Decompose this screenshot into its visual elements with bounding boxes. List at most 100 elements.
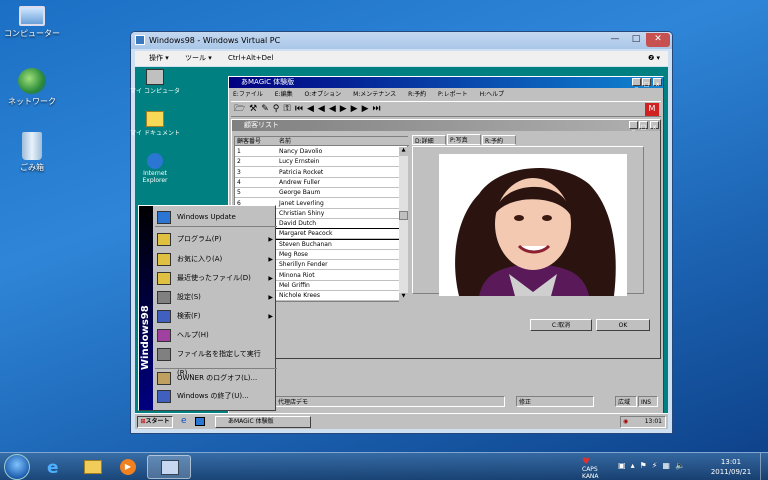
menu-edit[interactable]: E:編集 [275, 91, 293, 98]
ok-button[interactable]: OK [596, 319, 650, 331]
show-hidden-icons-icon[interactable]: ▴ [631, 461, 640, 470]
tools-icon[interactable]: ⚒ [249, 104, 261, 114]
run-icon [157, 348, 171, 361]
start-menu-item-label: ヘルプ(H) [177, 331, 209, 339]
start-menu-item[interactable]: 設定(S) ▶ [155, 288, 277, 307]
task-button-magic[interactable]: あMAGiC 体験版 [215, 416, 311, 428]
taskbar-ie-icon[interactable]: e [36, 455, 74, 479]
volume-icon[interactable]: 🔈 [675, 461, 690, 470]
key-icon[interactable]: ⚿ [283, 104, 294, 114]
cancel-button[interactable]: C:取消 [530, 319, 592, 331]
table-row[interactable]: 4 Andrew Fuller [235, 178, 399, 188]
search-icon [157, 310, 171, 323]
help-button[interactable]: ❷ ▾ [648, 51, 660, 66]
volume-icon[interactable]: ◉ [623, 417, 628, 427]
network-icon[interactable]: ▦ [662, 461, 675, 470]
close-button[interactable]: ✕ [646, 33, 670, 47]
ime-indicator[interactable]: ♥ CAPS KANA [582, 458, 599, 480]
network-globe-icon [18, 68, 46, 94]
menu-help[interactable]: H:ヘルプ [480, 91, 505, 98]
clock-date: 2011/09/21 [710, 468, 752, 476]
start-menu-item[interactable]: お気に入り(A) ▶ [155, 250, 277, 269]
next-record-icon[interactable]: ▶ [340, 104, 351, 114]
start-menu-item[interactable]: ファイル名を指定して実行(R)... [155, 345, 277, 377]
desktop-icon-label: コンピューター [4, 29, 60, 38]
guest-icon-my-computer[interactable]: マイ コンピュータ [130, 69, 180, 95]
table-row[interactable]: 3 Patricia Rocket [235, 168, 399, 178]
start-menu-item[interactable]: 検索(F) ▶ [155, 307, 277, 326]
scroll-down-icon[interactable]: ▼ [399, 293, 408, 302]
start-menu-item-label: 設定(S) [177, 293, 201, 301]
menu-reserve[interactable]: R:予約 [408, 91, 426, 98]
quick-launch-ie-icon[interactable]: e [181, 416, 187, 426]
pencil-icon[interactable]: ✎ [261, 104, 273, 114]
power-icon[interactable]: ⚡ [652, 461, 663, 470]
menu-option[interactable]: O:オプション [305, 91, 342, 98]
guest-icon-my-documents[interactable]: マイ ドキュメント [130, 111, 180, 137]
binoculars-icon[interactable]: ⚲ [273, 104, 284, 114]
start-menu-item[interactable]: Windows Update [155, 208, 277, 227]
table-row[interactable]: 2 Lucy Ernstein [235, 157, 399, 168]
window-titlebar[interactable]: Windows98 - Windows Virtual PC — □ ✕ [131, 32, 672, 49]
table-row[interactable]: 1 Nancy Davolio [235, 147, 399, 157]
maximize-button[interactable]: □ [642, 78, 651, 88]
list-titlebar[interactable]: 顧客リスト _ □ x [232, 120, 660, 131]
ime-icon[interactable]: ▣ [618, 461, 631, 470]
menu-maintenance[interactable]: M:メンテナンス [353, 91, 396, 98]
start-menu-item[interactable]: Windows の終了(U)... [155, 387, 277, 406]
cell-name: Andrew Fuller [279, 178, 320, 186]
logoff-key-icon [157, 372, 171, 385]
scroll-up-icon[interactable]: ▲ [399, 147, 408, 156]
desktop-icon-computer[interactable]: コンピューター [0, 6, 64, 39]
next-page-icon[interactable]: ▶▶ [351, 104, 373, 114]
cell-name: Patricia Rocket [279, 168, 324, 176]
scroll-thumb[interactable] [399, 211, 408, 220]
cell-name: Christian Shiny [279, 209, 325, 217]
scrollbar[interactable]: ▲ ▼ [399, 147, 408, 302]
taskbar-virtual-pc-icon[interactable] [147, 455, 191, 479]
maximize-button[interactable]: □ [626, 33, 646, 47]
show-desktop-button[interactable] [760, 453, 768, 480]
app-titlebar[interactable]: あMAGiC 体験版 _ □ x [229, 77, 663, 88]
start-menu-item[interactable]: ヘルプ(H) [155, 326, 277, 345]
cell-name: George Baum [279, 189, 321, 197]
win7-clock[interactable]: 13:01 2011/09/21 [706, 457, 756, 477]
internet-explorer-icon [147, 153, 163, 169]
action-center-flag-icon[interactable]: ⚑ [640, 461, 652, 470]
table-row[interactable]: 5 George Baum [235, 188, 399, 199]
menu-file[interactable]: E:ファイル [233, 91, 263, 98]
minimize-button[interactable]: — [605, 33, 625, 47]
quick-launch-desktop-icon[interactable] [195, 417, 205, 426]
app-toolbar: 🗁⚒✎⚲⚿⏮◀◀◀▶▶▶⏭ M [231, 101, 661, 117]
minimize-button[interactable]: _ [632, 78, 641, 88]
minimize-button[interactable]: _ [629, 121, 638, 131]
desktop-icon-network[interactable]: ネットワーク [0, 68, 64, 107]
open-folder-icon[interactable]: 🗁 [234, 104, 249, 114]
taskbar-media-player-icon[interactable]: ▶ [108, 455, 146, 479]
start-menu-item[interactable]: OWNER のログオフ(L)... [155, 368, 277, 387]
tab-photo[interactable]: P:写真 [447, 134, 481, 145]
close-button[interactable]: x [650, 121, 659, 131]
start-button[interactable]: ⊞スタート [137, 416, 173, 428]
maximize-button[interactable]: □ [639, 121, 648, 131]
menu-ops[interactable]: 操作 ▾ [149, 54, 169, 62]
desktop-icon-recycle-bin[interactable]: ごみ箱 [0, 132, 64, 173]
virtual-pc-window: Windows98 - Windows Virtual PC — □ ✕ 操作 … [130, 31, 673, 434]
prev-page-icon[interactable]: ◀◀ [307, 104, 329, 114]
tab-reservation[interactable]: R:予約 [482, 135, 516, 145]
prev-record-icon[interactable]: ◀ [329, 104, 340, 114]
tab-details[interactable]: D:詳細 [412, 135, 446, 145]
start-menu-item[interactable]: プログラム(P) ▶ [155, 230, 277, 249]
last-record-icon[interactable]: ⏭ [373, 104, 385, 114]
submenu-arrow-icon: ▶ [268, 256, 273, 263]
first-record-icon[interactable]: ⏮ [295, 104, 307, 114]
ctrl-alt-del-button[interactable]: Ctrl+Alt+Del [228, 54, 273, 62]
taskbar-explorer-icon[interactable] [74, 455, 112, 479]
kana-indicator: KANA [582, 473, 599, 480]
start-menu-item[interactable]: 最近使ったファイル(D) ▶ [155, 269, 277, 288]
menu-tools[interactable]: ツール ▾ [185, 54, 212, 62]
win7-start-orb[interactable] [4, 454, 30, 480]
close-button[interactable]: x [653, 78, 662, 88]
guest-icon-internet-explorer[interactable]: Internet Explorer [130, 153, 180, 184]
menu-report[interactable]: P:レポート [438, 91, 468, 98]
